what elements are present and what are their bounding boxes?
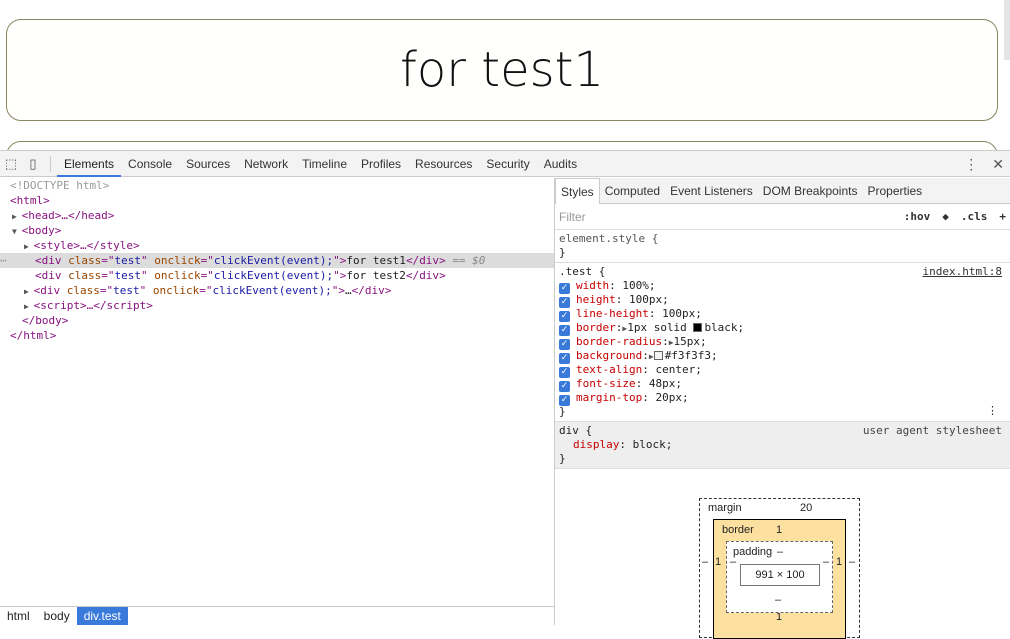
doctype-text: <!DOCTYPE html> [10, 179, 110, 192]
style-tag: <style>…</style> [33, 239, 140, 252]
test-rule[interactable]: .test { index.html:8 ✓ width: 100%; ✓ heigh… [555, 263, 1010, 422]
tab-timeline[interactable]: Timeline [295, 151, 354, 177]
tab-dom-breakpoints[interactable]: DOM Breakpoints [758, 178, 863, 204]
style-property[interactable]: ✓ border-radius:▶15px; [559, 335, 1006, 350]
page-scrollbar[interactable] [1004, 0, 1010, 60]
more-options-icon[interactable]: ⋮ [964, 156, 978, 173]
divider [50, 155, 51, 172]
dom-div-test3[interactable]: ▶ <div class="test" onclick="clickEvent(… [0, 283, 554, 298]
tab-audits[interactable]: Audits [537, 151, 584, 177]
inspect-element-icon[interactable]: ⬚ [0, 156, 22, 172]
filter-input[interactable]: Filter :hov ◆ .cls + [555, 204, 1010, 230]
style-property[interactable]: ✓ text-align: center; [559, 363, 1006, 378]
div-ua-rule: div { user agent stylesheet display: blo… [555, 422, 1010, 469]
dom-script[interactable]: ▶ <script>…</script> [0, 298, 554, 313]
ua-label: user agent stylesheet [862, 424, 1002, 437]
color-format-icon[interactable]: ◆ [942, 210, 949, 223]
html-tag: <html> [10, 194, 50, 207]
dom-doctype[interactable]: <!DOCTYPE html> [0, 178, 554, 193]
styles-tabbar: Styles Computed Event Listeners DOM Brea… [555, 177, 1010, 204]
expand-triangle-icon[interactable]: ▶ [24, 287, 34, 296]
add-rule-button[interactable]: + [999, 210, 1006, 223]
device-mode-icon[interactable]: ▯ [22, 156, 44, 172]
style-property[interactable]: ✓ height: 100px; [559, 293, 1006, 308]
body-tag: <body> [21, 224, 62, 237]
style-property[interactable]: ✓ width: 100%; [559, 279, 1006, 294]
breadcrumb-div-test[interactable]: div.test [76, 606, 128, 625]
expand-triangle-icon[interactable]: ▶ [24, 242, 34, 251]
breadcrumb-html[interactable]: html [0, 607, 37, 625]
style-property[interactable]: ✓ background:▶ #f3f3f3; [559, 349, 1006, 364]
more-options-icon[interactable]: ⋮ [987, 404, 998, 417]
tab-properties[interactable]: Properties [862, 178, 927, 204]
devtools-tabbar: ⬚ ▯ Elements Console Sources Network Tim… [0, 151, 1010, 177]
dom-style[interactable]: ▶ <style>…</style> [0, 238, 554, 253]
selected-marker: == $0 [452, 254, 486, 267]
tab-console[interactable]: Console [121, 151, 179, 177]
source-link[interactable]: index.html:8 [923, 265, 1002, 278]
dom-div-test2[interactable]: <div class="test" onclick="clickEvent(ev… [0, 268, 554, 283]
dom-html[interactable]: <html> [0, 193, 554, 208]
styles-pane: Styles Computed Event Listeners DOM Brea… [555, 177, 1010, 639]
style-property[interactable]: ✓ margin-top: 20px; [559, 391, 1006, 406]
dom-body[interactable]: ▼ <body> [0, 223, 554, 238]
tab-profiles[interactable]: Profiles [354, 151, 408, 177]
tab-network[interactable]: Network [237, 151, 295, 177]
tab-resources[interactable]: Resources [408, 151, 479, 177]
hov-button[interactable]: :hov [904, 210, 931, 223]
dom-head[interactable]: ▶ <head>…</head> [0, 208, 554, 223]
devtools-panel: ⬚ ▯ Elements Console Sources Network Tim… [0, 150, 1010, 639]
style-property[interactable]: ✓ font-size: 48px; [559, 377, 1006, 392]
head-tag: <head>…</head> [21, 209, 115, 222]
box-model-content[interactable]: 991 × 100 [740, 564, 820, 586]
dom-tree: <!DOCTYPE html> <html> ▶ <head>…</head> … [0, 178, 554, 608]
tab-computed[interactable]: Computed [600, 178, 665, 204]
expand-triangle-icon[interactable]: ▶ [12, 212, 22, 221]
element-style-rule[interactable]: element.style { } [555, 230, 1010, 263]
breadcrumb-body[interactable]: body [37, 607, 77, 625]
style-property[interactable]: ✓ border:▶1px solid black; [559, 321, 1006, 336]
test-box-1[interactable]: for test1 [6, 19, 998, 121]
page-viewport: for test1 [0, 0, 1010, 243]
tab-security[interactable]: Security [479, 151, 536, 177]
tab-event-listeners[interactable]: Event Listeners [665, 178, 758, 204]
tab-elements[interactable]: Elements [57, 151, 122, 177]
dom-html-close[interactable]: </html> [0, 328, 554, 343]
tab-styles[interactable]: Styles [555, 177, 600, 204]
dom-body-close[interactable]: </body> [0, 313, 554, 328]
close-icon[interactable]: ✕ [992, 156, 1004, 173]
script-tag: <script>…</script> [33, 299, 153, 312]
cls-button[interactable]: .cls [961, 210, 988, 223]
style-property[interactable]: ✓ line-height: 100px; [559, 307, 1006, 322]
dom-div-test1[interactable]: ⋯ <div class="test" onclick="clickEvent(e… [0, 253, 554, 268]
collapse-triangle-icon[interactable]: ▼ [12, 227, 22, 236]
tab-sources[interactable]: Sources [179, 151, 237, 177]
breadcrumb: html body div.test [0, 606, 554, 625]
expand-triangle-icon[interactable]: ▶ [24, 302, 34, 311]
